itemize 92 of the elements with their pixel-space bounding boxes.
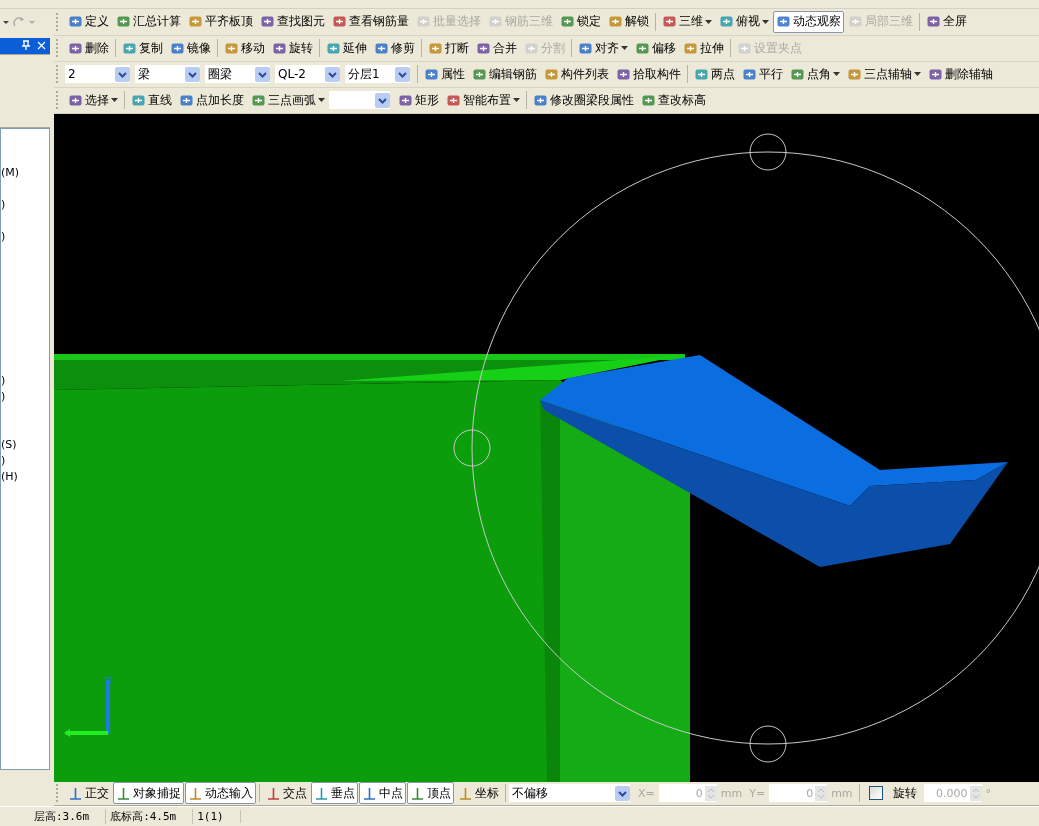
dropdown-button[interactable]: 三点画弧 [248,89,328,112]
caret-icon [115,66,130,82]
toolbar-button[interactable]: 拉伸 [680,37,727,60]
field-label: X= [637,786,656,800]
status-text: 层高:3.6m [30,808,107,824]
toolbar-button[interactable]: 查改标高 [638,89,709,112]
toolbar-button[interactable]: 正交 [65,782,112,805]
toolbar-button[interactable]: 直线 [128,89,175,112]
dropdown-field[interactable] [329,91,390,110]
dropdown-field[interactable]: 不偏移 [509,784,630,803]
caret-icon [762,19,769,24]
toolbar-button[interactable]: 中点 [359,782,406,805]
caret-icon [513,98,520,103]
tree-item[interactable]: (S) [1,437,17,451]
toolbar-button[interactable]: 对象捕捉 [113,782,184,805]
toolbar-button[interactable]: 移动 [221,37,268,60]
close-icon[interactable] [37,41,46,51]
dropdown-button[interactable]: 俯视 [716,10,772,33]
toolbar-button[interactable]: 修剪 [371,37,418,60]
dropdown-button[interactable]: 对齐 [575,37,631,60]
toolbar-button[interactable]: 修改圈梁段属性 [530,89,637,112]
toolbar-button[interactable]: 平齐板顶 [185,10,256,33]
orbit-circle-drawing[interactable] [453,133,1039,763]
dropdown-field[interactable]: QL-2 [275,65,340,84]
dropdown-button[interactable]: 选择 [65,89,121,112]
tree-item[interactable]: ) [1,229,6,243]
tree-item[interactable]: ) [1,389,6,403]
toolbar-button[interactable]: 打断 [425,37,472,60]
tree-item[interactable]: (H) [1,469,18,483]
dropdown-field[interactable]: 分层1 [345,65,410,84]
toolbar-button[interactable]: 点加长度 [176,89,247,112]
checkbox-label: 旋转 [892,784,917,802]
toolbar-button[interactable]: 全屏 [923,10,970,33]
dropdown-button[interactable]: 点角 [787,63,843,86]
tree-item[interactable]: ) [1,197,6,211]
caret-icon [914,72,921,77]
field-label: mm [830,786,854,800]
dropdown-field[interactable]: 梁 [135,65,200,84]
toolbar-button[interactable]: 旋转 [269,37,316,60]
caret-icon [705,19,712,24]
viewport-3d[interactable] [54,113,1039,782]
tree-item[interactable]: ) [1,373,6,387]
dropdown-button[interactable]: 三维 [659,10,715,33]
field-label: Y= [748,786,767,800]
toolbar-button[interactable]: 拾取构件 [613,63,684,86]
checkbox[interactable] [868,786,883,801]
dropdown-field[interactable]: 2 [65,65,130,84]
toolbar-button[interactable]: 两点 [691,63,738,86]
field-label: mm [719,786,744,800]
toolbar-button[interactable]: 矩形 [395,89,442,112]
caret-icon [255,66,270,82]
caret-icon [318,98,325,103]
toolbar-button[interactable]: 复制 [119,37,166,60]
caret-icon [325,66,340,82]
status-text: 底标高:4.5m [106,808,194,824]
field-label: ° [984,786,993,800]
caret-icon [833,72,840,77]
caret-icon [111,98,118,103]
dropdown-field[interactable]: 圈梁 [205,65,270,84]
toolbar-button[interactable]: 属性 [421,63,468,86]
tree-item[interactable]: ) [1,453,6,467]
toolbar-button[interactable]: 删除辅轴 [925,63,996,86]
dropdown-button[interactable]: 智能布置 [443,89,523,112]
toolbar-button[interactable]: 编辑钢筋 [469,63,540,86]
caret-icon [395,66,410,82]
toolbar-button[interactable]: 平行 [739,63,786,86]
toolbar-button[interactable]: 动态输入 [185,782,256,805]
toolbar-button[interactable]: 解锁 [605,10,652,33]
toolbar-button[interactable]: 定义 [65,10,112,33]
status-text: 1(1) [193,809,241,823]
caret-icon [615,785,630,801]
toolbar-button[interactable]: 动态观察 [773,10,844,33]
toolbar-button[interactable]: 删除 [65,37,112,60]
toolbar-button[interactable]: 偏移 [632,37,679,60]
toolbar-button[interactable]: 构件列表 [541,63,612,86]
toolbar-button[interactable]: 查找图元 [257,10,328,33]
tree-item[interactable]: (M) [1,165,20,179]
toolbar-button[interactable]: 合并 [473,37,520,60]
dropdown-button[interactable]: 三点辅轴 [844,63,924,86]
toolbar-button[interactable]: 顶点 [407,782,454,805]
toolbar-button[interactable]: 查看钢筋量 [329,10,412,33]
caret-icon [185,66,200,82]
toolbar-button[interactable]: 锁定 [557,10,604,33]
toolbar-button[interactable]: 交点 [263,782,310,805]
toolbar-button[interactable]: 延伸 [323,37,370,60]
caret-icon [621,46,628,51]
caret-icon [375,92,390,108]
pin-icon[interactable] [21,40,31,52]
toolbar-button[interactable]: 汇总计算 [113,10,184,33]
toolbar-button[interactable]: 镜像 [167,37,214,60]
toolbar-button[interactable]: 垂点 [311,782,358,805]
toolbar-button[interactable]: 坐标 [455,782,502,805]
